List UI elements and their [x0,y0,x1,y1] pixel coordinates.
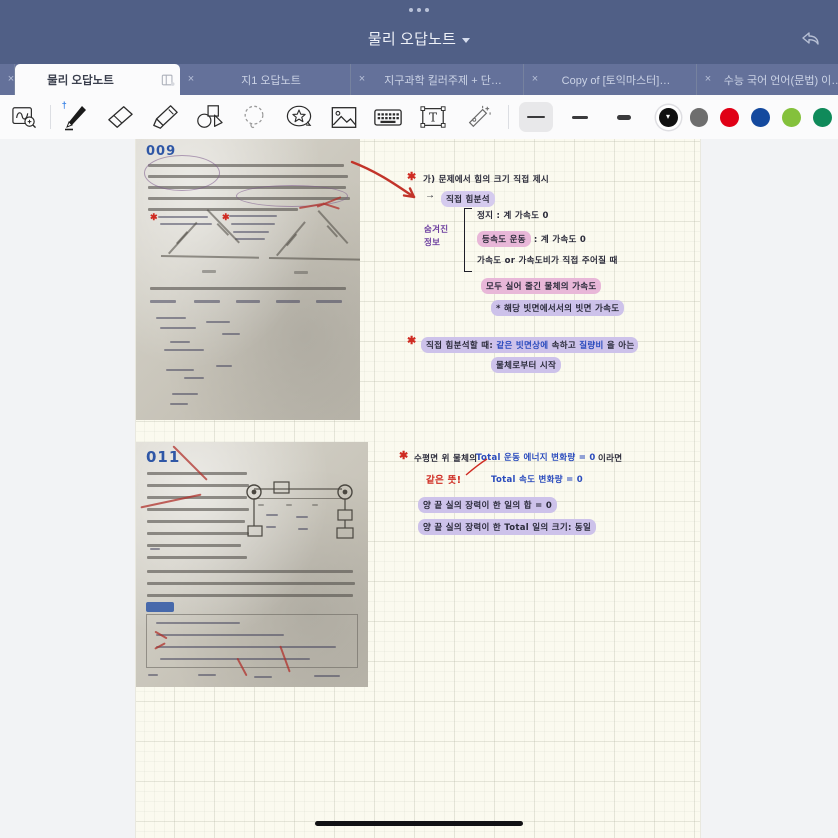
note2-line-2-blue: Total 속도 변화량 = 0 [491,475,583,485]
note-side-label-1: 숨겨진 [424,225,449,235]
tablet-note-app: 물리 오답노트 × 물리 오답노트 × 지1 오답노트 × 지구과학 킬러주제 … [0,0,838,838]
physics-problem-photo-009[interactable]: 009 ✱ ✱ [136,139,360,420]
pen-icon[interactable]: † [53,95,98,139]
note-item-2: 등속도 운동: 계 가속도 0 [477,231,586,247]
color-black-swatch[interactable]: ▾ [658,107,678,127]
note-item-4: 모두 실어 줄긴 물체의 가속도 [481,278,602,294]
magic-wand-icon[interactable] [455,95,500,139]
note-page[interactable]: 009 ✱ ✱ ✱ 가) 문제에서 힘의 크기 직접 제시 → 직접 힘분석 숨… [136,139,700,838]
note-canvas[interactable]: 009 ✱ ✱ ✱ 가) 문제에서 힘의 크기 직접 제시 → 직접 힘분석 숨… [0,139,838,838]
physics-problem-photo-011[interactable]: 011 [136,442,368,687]
book-page-icon[interactable] [156,73,180,87]
color-gray-swatch[interactable] [689,107,709,127]
highlighter-icon[interactable] [142,95,187,139]
chevron-down-icon [462,37,471,43]
note2-red-note: 같은 뜻! [426,475,462,486]
stroke-thin-button[interactable] [519,102,554,132]
document-title-button[interactable]: 물리 오답노트 [0,28,838,49]
note-line-2: 직접 힘분석 [441,191,495,207]
close-icon[interactable]: × [697,64,719,95]
color-blue-swatch[interactable] [751,107,771,127]
stroke-thin-preview [527,116,546,118]
tab-bar: × 물리 오답노트 × 지1 오답노트 × 지구과학 킬러주제 + 단… × C… [0,64,838,95]
tab-label: 물리 오답노트 [47,74,114,87]
bluetooth-icon: † [61,100,67,110]
lasso-zoom-icon[interactable] [0,95,48,139]
choice-label-badge [146,602,174,612]
note2-line-4: 양 끝 실의 장력이 한 Total 일의 크기: 동일 [418,519,597,535]
note-item-3: 가속도 or 가속도비가 직접 주어질 때 [477,256,618,266]
close-icon[interactable]: × [524,64,546,95]
color-light-green-swatch[interactable] [782,107,802,127]
tab-label: 수능 국어 언어(문법) 이… [723,74,838,87]
three-dots-icon [409,8,429,12]
title-bar: 물리 오답노트 [0,0,838,64]
tab-label: 지1 오답노트 [241,74,301,87]
arrow-right-icon: → [425,190,435,201]
stroke-thick-preview [616,114,631,120]
note-item-1: 정지 : 계 가속도 0 [477,211,549,221]
page-title: 물리 오답노트 [367,31,457,48]
note-side-label-2: 정보 [424,238,441,248]
toolbar-divider-2 [508,105,510,129]
svg-text:T: T [429,111,437,125]
close-icon[interactable]: × [180,64,202,95]
note2-line-1-blue: Total 운동 에너지 변화량 = 0 [476,453,596,463]
star-bullet-icon-2: ✱ [407,335,417,347]
color-dark-green-swatch[interactable] [813,107,832,127]
tab-toeic-master-copy[interactable]: × Copy of [토익마스터]… [524,64,697,95]
drawing-toolbar: † T ▾ [0,95,838,140]
tab-overflow-left[interactable]: × [0,64,15,95]
stroke-thick-button[interactable] [607,102,641,132]
home-indicator [315,821,523,826]
chevron-down-icon: ▾ [666,112,671,121]
tab-earth-science-killer[interactable]: × 지구과학 킬러주제 + 단… [351,64,524,95]
stroke-medium-button[interactable] [563,102,597,132]
tab-korean-grammar[interactable]: × 수능 국어 언어(문법) 이… [697,64,838,95]
tab-earth-science-notebook[interactable]: × 지1 오답노트 [180,64,351,95]
tab-label: Copy of [토익마스터]… [561,74,671,87]
note2-line-1-end: 이라면 [598,454,623,464]
note-line-1: 가) 문제에서 힘의 크기 직접 제시 [423,175,550,185]
eraser-icon[interactable] [97,95,142,139]
shapes-icon[interactable] [187,95,232,139]
tab-physics-notebook[interactable]: 물리 오답노트 [15,64,180,95]
bracket-icon [464,208,472,272]
note-bottom-line-2: 물체로부터 시작 [491,357,562,373]
text-box-icon[interactable]: T [411,95,456,139]
image-icon[interactable] [321,95,366,139]
lasso-select-icon[interactable] [232,95,277,139]
stroke-medium-preview [571,115,588,119]
red-connector-line [465,458,488,476]
star-bullet-icon-3: ✱ [399,450,409,462]
toolbar-divider [49,105,51,129]
sticker-icon[interactable] [276,95,321,139]
star-bullet-icon: ✱ [407,171,417,183]
color-red-swatch[interactable] [720,107,740,127]
tab-label: 지구과학 킬러주제 + 단… [384,74,502,87]
problem-number-011: 011 [146,448,181,466]
close-icon[interactable]: × [351,64,373,95]
note2-line-3: 양 끝 실의 장력이 한 일의 합 = 0 [418,497,558,513]
keyboard-icon[interactable] [366,95,411,139]
undo-arrow-icon[interactable] [794,26,826,54]
note-bottom-line: 직접 힘분석할 때: 같은 빗면상에 속하고 질량비 을 아는 [421,337,639,353]
close-icon[interactable]: × [0,64,14,95]
note-item-5: * 해당 빗면에서서의 빗면 가속도 [491,300,625,316]
